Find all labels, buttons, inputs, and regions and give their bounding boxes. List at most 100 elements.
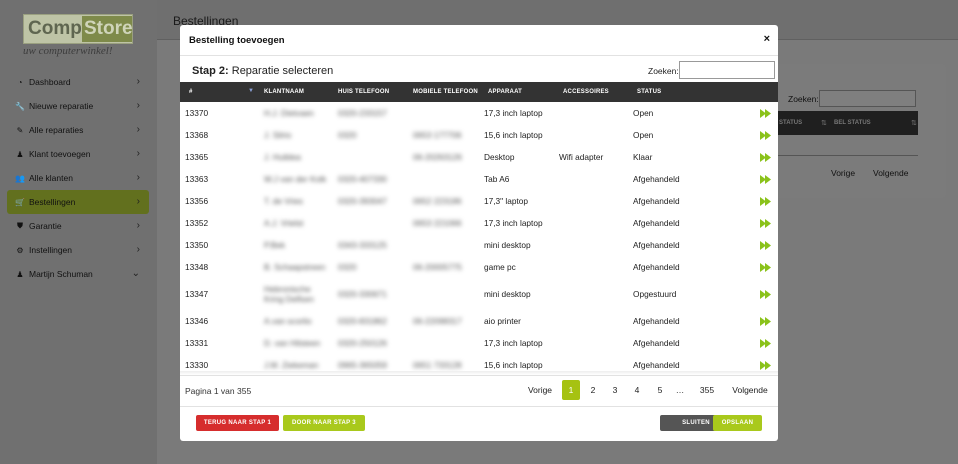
select-row-icon[interactable]: [760, 174, 772, 184]
sidebar-item[interactable]: ⚙ Instellingen ›: [7, 238, 149, 262]
row-huis-telefoon: 0320-233157: [338, 108, 387, 118]
col-klantnaam[interactable]: KLANTNAAM: [264, 89, 304, 95]
col-accessoires[interactable]: ACCESSOIRES: [563, 89, 609, 95]
next-page-button[interactable]: Volgende: [730, 380, 770, 400]
step-heading: Stap 2: Reparatie selecteren: [192, 65, 333, 77]
select-row-icon[interactable]: [760, 196, 772, 206]
col-id[interactable]: #: [189, 89, 193, 95]
select-row-icon[interactable]: [760, 316, 772, 326]
row-apparaat: 17,3" laptop: [484, 196, 529, 206]
page-button[interactable]: 5: [651, 380, 669, 400]
page-button[interactable]: 4: [628, 380, 646, 400]
sidebar-item-label: Alle reparaties: [29, 125, 84, 135]
sidebar-item[interactable]: 👥 Alle klanten ›: [7, 166, 149, 190]
select-row-icon[interactable]: [760, 289, 772, 299]
row-status: Afgehandeld: [633, 316, 680, 326]
col-huis-telefoon[interactable]: HUIS TELEFOON: [338, 89, 389, 95]
continue-to-step-3-button[interactable]: DOOR NAAR STAP 3: [283, 415, 365, 431]
row-apparaat: game pc: [484, 262, 516, 272]
row-id: 13347: [185, 289, 209, 299]
chevron-right-icon: ›: [136, 76, 140, 87]
row-id: 13365: [185, 152, 209, 162]
sidebar-item-label: Alle klanten: [29, 173, 73, 183]
table-row[interactable]: 13348 B. Schaapstreen 0320 06-20005775 game …: [180, 256, 778, 278]
page-button[interactable]: 2: [584, 380, 602, 400]
table-row[interactable]: 13352 A.J. Vrielst 0653 221066 17,3 inch la…: [180, 212, 778, 234]
sidebar-item[interactable]: ◔ Dashboard ›: [7, 70, 149, 94]
row-apparaat: mini desktop: [484, 240, 531, 250]
row-status: Open: [633, 130, 654, 140]
row-status: Open: [633, 108, 654, 118]
row-id: 13368: [185, 130, 209, 140]
save-button[interactable]: OPSLAAN: [713, 415, 762, 431]
row-apparaat: 17,3 inch laptop: [484, 218, 543, 228]
table-row[interactable]: 13346 A.van scorlio 0320-831862 06-22098317…: [180, 310, 778, 332]
row-apparaat: 15,6 inch laptop: [484, 360, 543, 370]
bg-col-status: STATUS: [779, 120, 803, 126]
select-row-icon[interactable]: [760, 108, 772, 118]
table-row[interactable]: 13331 D. van Hilsteen 0320-250126 17,3 inch…: [180, 332, 778, 354]
logo: Compu Store uw computerwinkel!: [23, 14, 133, 59]
row-klantnaam: Hebronische Kring Delfsen: [264, 284, 314, 304]
row-klantnaam: T. de Vries: [264, 196, 303, 206]
shield-icon: ⛊: [17, 221, 23, 230]
sidebar-item[interactable]: ♟ Klant toevoegen ›: [7, 142, 149, 166]
sort-desc-icon[interactable]: ▼: [248, 88, 254, 94]
col-mobiele-telefoon[interactable]: MOBIELE TELEFOON: [413, 89, 478, 95]
sidebar-item[interactable]: ✎ Alle reparaties ›: [7, 118, 149, 142]
sidebar-item[interactable]: 🔧 Nieuwe reparatie ›: [7, 94, 149, 118]
row-status: Afgehandeld: [633, 240, 680, 250]
row-accessoires: Wifi adapter: [559, 152, 604, 162]
row-id: 13350: [185, 240, 209, 250]
select-row-icon[interactable]: [760, 262, 772, 272]
table-row[interactable]: 13350 P.Bek 0343-333125 mini desktop Afgehan…: [180, 234, 778, 256]
pagination-ellipsis: …: [675, 385, 685, 395]
gear-icon: ⚙: [16, 245, 24, 255]
table-row[interactable]: 13368 J. Silrio 0320 0653 177706 15,6 inch l…: [180, 124, 778, 146]
table-row[interactable]: 13363 W.J van der Kolk 0320-407330 Tab A6 Af…: [180, 168, 778, 190]
row-status: Afgehandeld: [633, 196, 680, 206]
table-row[interactable]: 13356 T. de Vries 0320-393047 0652 223186 17…: [180, 190, 778, 212]
sidebar-item[interactable]: ⛊ Garantie ›: [7, 214, 149, 238]
search-input[interactable]: [679, 61, 775, 79]
cart-icon: 🛒: [15, 197, 25, 207]
row-huis-telefoon: 0320: [338, 130, 357, 140]
bg-next-link: Volgende: [873, 168, 909, 178]
row-mobiele-telefoon: 0653 177706: [413, 130, 462, 140]
chevron-right-icon: ›: [136, 244, 140, 255]
row-klantnaam: H.J. Dietvaen: [264, 108, 314, 118]
close-icon[interactable]: ×: [764, 33, 770, 45]
col-status[interactable]: STATUS: [637, 89, 661, 95]
row-id: 13348: [185, 262, 209, 272]
row-id: 13346: [185, 316, 209, 326]
sidebar-item[interactable]: ♟ Martijn Schuman ⌄: [7, 262, 149, 286]
page-button[interactable]: 355: [695, 380, 719, 400]
bg-divider: [757, 155, 918, 156]
select-row-icon[interactable]: [760, 218, 772, 228]
step-prefix: Stap 2:: [192, 65, 229, 77]
screwdriver-icon: ✎: [16, 125, 24, 135]
col-apparaat[interactable]: APPARAAT: [488, 89, 522, 95]
back-to-step-1-button[interactable]: TERUG NAAR STAP 1: [196, 415, 279, 431]
sidebar-item[interactable]: 🛒 Bestellingen ›: [7, 190, 149, 214]
select-row-icon[interactable]: [760, 360, 772, 370]
select-row-icon[interactable]: [760, 338, 772, 348]
select-row-icon[interactable]: [760, 152, 772, 162]
row-id: 13356: [185, 196, 209, 206]
logo-store: Store: [82, 16, 133, 42]
row-mobiele-telefoon: 06-20263126: [413, 152, 462, 162]
table-row[interactable]: 13365 J. Huiblea 06-20263126 Desktop Wifi ad…: [180, 146, 778, 168]
prev-page-button[interactable]: Vorige: [526, 380, 554, 400]
page-button[interactable]: 1: [562, 380, 580, 400]
search-label: Zoeken:: [648, 66, 679, 76]
step-text: Reparatie selecteren: [228, 65, 334, 77]
page-button[interactable]: 3: [606, 380, 624, 400]
bg-search-input: [819, 90, 916, 107]
row-klantnaam: J.M. Ziekeman: [264, 360, 319, 370]
row-huis-telefoon: 0343-333125: [338, 240, 387, 250]
select-row-icon[interactable]: [760, 240, 772, 250]
table-row[interactable]: 13347 Hebronische Kring Delfsen 0320-33067…: [180, 278, 778, 310]
row-mobiele-telefoon: 06-22098317: [413, 316, 462, 326]
select-row-icon[interactable]: [760, 130, 772, 140]
table-row[interactable]: 13370 H.J. Dietvaen 0320-233157 17,3 inch l…: [180, 102, 778, 124]
